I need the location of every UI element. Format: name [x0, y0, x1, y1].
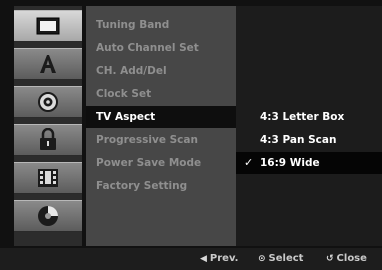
tab-audio[interactable] [14, 86, 82, 118]
menu-item-tuning-band[interactable]: Tuning Band [86, 14, 236, 36]
hint-prev-label: Prev. [209, 253, 239, 264]
hint-select: ⊙ Select [258, 252, 303, 266]
menu-item-ch-add-del[interactable]: CH. Add/Del [86, 60, 236, 82]
check-mark-icon: ✓ [244, 156, 254, 169]
hint-select-label: Select [268, 253, 304, 264]
hint-prev: ◀ Prev. [200, 252, 238, 266]
menu-item-tv-aspect[interactable]: TV Aspect [86, 106, 236, 128]
option-pan-scan[interactable]: 4:3 Pan Scan [236, 129, 382, 151]
tab-recording[interactable] [14, 162, 82, 194]
language-icon [37, 53, 59, 75]
option-label: 16:9 Wide [260, 157, 320, 169]
menu-item-factory-setting[interactable]: Factory Setting [86, 175, 236, 197]
settings-menu: Tuning Band Auto Channel Set CH. Add/Del… [86, 6, 236, 246]
menu-item-power-save-mode[interactable]: Power Save Mode [86, 152, 236, 174]
left-arrow-icon: ◀ [200, 254, 207, 264]
recording-icon [36, 167, 60, 189]
display-icon [36, 17, 60, 35]
menu-item-clock-set[interactable]: Clock Set [86, 83, 236, 105]
tab-disc[interactable] [14, 200, 82, 232]
tab-language[interactable] [14, 48, 82, 80]
option-label: 4:3 Pan Scan [260, 134, 337, 146]
option-label: 4:3 Letter Box [260, 111, 345, 123]
dvd-setup-screen: Tuning Band Auto Channel Set CH. Add/Del… [0, 0, 382, 270]
option-letter-box[interactable]: 4:3 Letter Box [236, 106, 382, 128]
audio-icon [36, 91, 60, 113]
tv-aspect-options: 4:3 Letter Box 4:3 Pan Scan ✓ 16:9 Wide [236, 6, 382, 246]
hint-bar: ◀ Prev. ⊙ Select ↺ Close [0, 248, 382, 270]
category-rail [14, 6, 82, 246]
hint-close-label: Close [336, 253, 367, 264]
return-icon: ↺ [326, 254, 334, 264]
menu-item-auto-channel-set[interactable]: Auto Channel Set [86, 37, 236, 59]
lock-icon [38, 128, 58, 152]
select-button-icon: ⊙ [258, 254, 266, 264]
tab-display[interactable] [14, 10, 82, 42]
option-wide[interactable]: ✓ 16:9 Wide [236, 152, 382, 174]
tab-lock[interactable] [14, 124, 82, 156]
menu-item-progressive-scan[interactable]: Progressive Scan [86, 129, 236, 151]
hint-close: ↺ Close [326, 252, 367, 266]
disc-icon [36, 204, 60, 228]
